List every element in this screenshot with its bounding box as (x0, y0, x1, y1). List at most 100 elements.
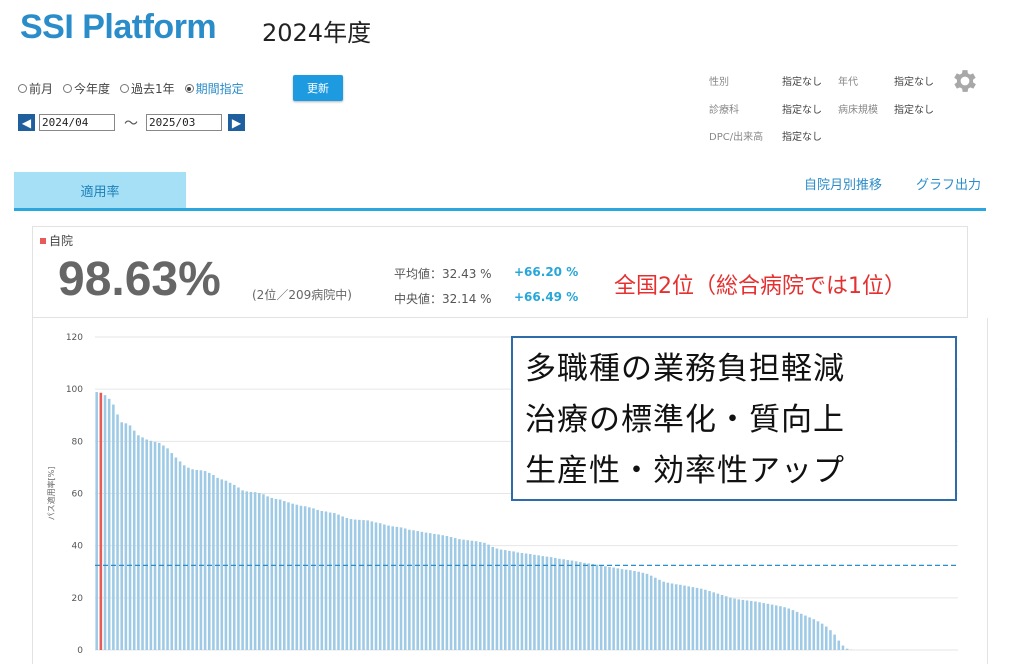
update-button[interactable]: 更新 (293, 75, 343, 101)
filter-dept-value[interactable]: 指定なし (782, 101, 822, 116)
hospital-bar (241, 490, 244, 650)
hospital-bar (128, 425, 132, 650)
hospital-bar (112, 404, 115, 650)
hospital-bar (120, 422, 123, 650)
hospital-bar (191, 469, 194, 650)
y-tick-label: 100 (66, 385, 83, 395)
filter-beds-value[interactable]: 指定なし (894, 101, 934, 116)
hospital-bar (232, 484, 236, 650)
textbox-line: 多職種の業務負担軽減 (525, 351, 845, 387)
hospital-bar (124, 423, 128, 650)
hospital-bar (633, 570, 636, 650)
own-hospital-label: 自院 (49, 234, 74, 248)
radio-indicator (120, 84, 130, 93)
hospital-bar (316, 509, 319, 650)
hospital-bar (245, 491, 249, 650)
own-rate-value: 98.63% (58, 253, 221, 306)
y-tick-label: 60 (72, 490, 84, 500)
hospital-bar (704, 589, 707, 650)
hospital-bar (579, 562, 582, 650)
hospital-bar (478, 542, 482, 650)
hospital-bar (541, 556, 545, 650)
filter-sex-value[interactable]: 指定なし (782, 73, 822, 88)
national-rank-annotation: 全国2位（総合病院では1位） (614, 274, 906, 299)
radio-past-one-year[interactable]: 過去1年 (120, 80, 175, 97)
hospital-bar (820, 623, 824, 650)
hospital-bar (433, 533, 436, 650)
hospital-bar (287, 502, 290, 650)
hospital-bar (612, 567, 615, 650)
radio-label: 過去1年 (131, 82, 175, 96)
hospital-bar (212, 474, 215, 650)
hospital-bar (483, 542, 486, 650)
hospital-bar (428, 533, 432, 650)
hospital-bar (262, 494, 265, 650)
radio-indicator (18, 84, 27, 93)
own-hospital-bar (99, 392, 103, 650)
hospital-bar (583, 562, 586, 650)
hospital-bar (654, 577, 657, 650)
filter-age-value[interactable]: 指定なし (894, 73, 934, 88)
tab-application-rate[interactable]: 適用率 (14, 172, 186, 208)
hospital-bar (324, 511, 328, 650)
hospital-bar (499, 549, 503, 650)
hospital-bar (591, 563, 595, 650)
gear-icon[interactable] (950, 66, 980, 96)
hospital-bar (774, 605, 778, 650)
hospital-bar (641, 572, 645, 650)
hospital-bar (837, 640, 841, 650)
hospital-bar (487, 544, 490, 650)
chevron-left-icon[interactable]: ◀ (18, 114, 35, 131)
filter-dpc-value[interactable]: 指定なし (782, 128, 822, 143)
hospital-bar (516, 552, 520, 650)
hospital-bar (520, 552, 524, 650)
hospital-bar (841, 645, 845, 650)
hospital-bar (453, 538, 457, 650)
tab-underline (14, 208, 986, 211)
average-value: 平均値：32.43 % (394, 267, 492, 281)
hospital-bar (558, 558, 561, 650)
date-from-input[interactable] (39, 114, 115, 131)
hospital-bar (787, 608, 791, 650)
y-tick-label: 20 (72, 594, 84, 604)
hospital-bar (203, 471, 207, 650)
hospital-bar (829, 630, 832, 650)
hospital-bar (737, 599, 741, 650)
hospital-bar (758, 602, 761, 650)
filter-sex-label: 性別 (709, 77, 729, 88)
hospital-bar (458, 539, 461, 650)
hospital-bar (466, 540, 470, 650)
hospital-bar (708, 591, 711, 650)
hospital-bar (799, 613, 803, 650)
hospital-bar (132, 430, 136, 650)
chevron-right-icon[interactable]: ▶ (228, 114, 245, 131)
hospital-bar (724, 596, 728, 650)
hospital-bar (353, 519, 357, 650)
hospital-bar (462, 539, 465, 650)
average-diff: +66.20 % (514, 265, 579, 279)
hospital-bar (524, 553, 528, 650)
hospital-bar (470, 540, 474, 650)
link-graph-export[interactable]: グラフ出力 (916, 174, 981, 193)
date-to-input[interactable] (146, 114, 222, 131)
hospital-bar (791, 610, 795, 650)
radio-previous-month[interactable]: 前月 (18, 80, 53, 97)
filter-dept-label: 診療科 (709, 105, 739, 116)
hospital-bar (403, 528, 407, 650)
link-monthly-trend[interactable]: 自院月別推移 (804, 174, 882, 193)
hospital-bar (157, 442, 161, 650)
hospital-bar (695, 587, 699, 650)
hospital-bar (341, 516, 344, 650)
radio-custom-period[interactable]: 期間指定 (184, 80, 244, 97)
hospital-bar (553, 557, 557, 650)
hospital-bar (391, 526, 394, 650)
hospital-bar (216, 477, 219, 650)
hospital-bar (512, 551, 515, 650)
hospital-bar (291, 503, 294, 650)
hospital-bar (645, 573, 649, 650)
radio-this-fiscal-year[interactable]: 今年度 (63, 80, 110, 97)
hospital-bar (199, 470, 203, 650)
hospital-bar (629, 570, 632, 650)
hospital-bar (328, 512, 332, 650)
radio-label: 期間指定 (195, 82, 244, 96)
